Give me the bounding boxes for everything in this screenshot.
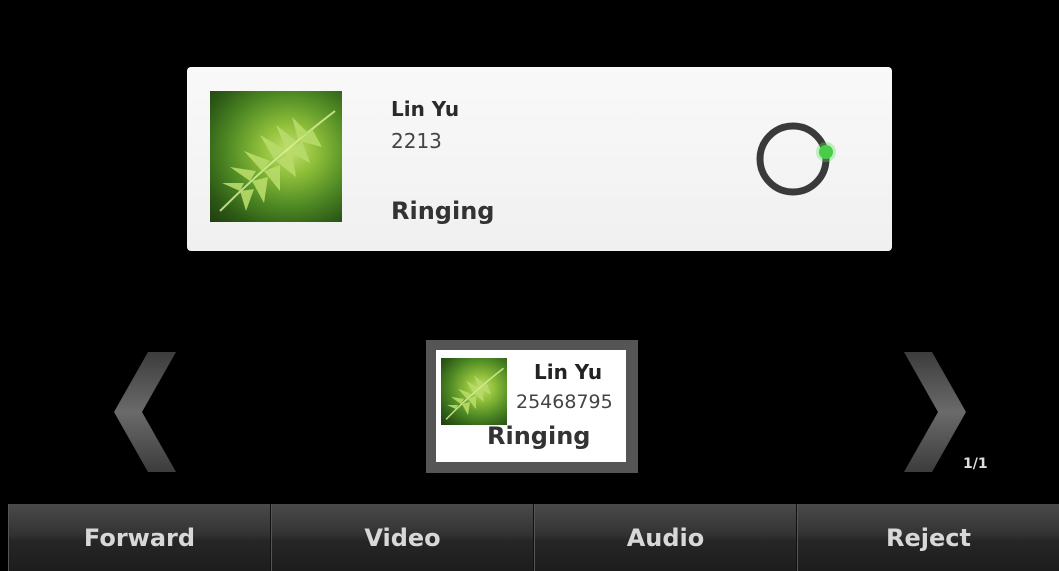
call-thumbnail[interactable]: Lin Yu 25468795 Ringing bbox=[426, 340, 638, 473]
call-thumbnail-body: Lin Yu 25468795 Ringing bbox=[436, 350, 626, 462]
forward-button[interactable]: Forward bbox=[8, 504, 271, 571]
thumbnail-contact-photo bbox=[441, 358, 507, 425]
softkey-bar: Forward Video Audio Reject bbox=[8, 504, 1059, 571]
caller-name: Lin Yu bbox=[391, 97, 460, 121]
reject-button[interactable]: Reject bbox=[797, 504, 1059, 571]
page-indicator: 1/1 bbox=[963, 456, 988, 472]
caller-number: 2213 bbox=[391, 129, 442, 153]
thumbnail-call-status: Ringing bbox=[487, 422, 591, 450]
contact-photo bbox=[210, 91, 342, 222]
chevron-left-icon[interactable] bbox=[112, 352, 184, 472]
audio-button[interactable]: Audio bbox=[534, 504, 797, 571]
video-button[interactable]: Video bbox=[271, 504, 534, 571]
incoming-call-screen: Lin Yu 2213 Ringing Lin Yu 25468795 Ring… bbox=[0, 0, 1059, 571]
ringing-spinner-icon bbox=[755, 118, 837, 200]
thumbnail-caller-number: 25468795 bbox=[516, 391, 613, 413]
thumbnail-caller-name: Lin Yu bbox=[534, 360, 603, 384]
call-status: Ringing bbox=[391, 197, 495, 225]
active-call-card[interactable]: Lin Yu 2213 Ringing bbox=[187, 67, 892, 251]
chevron-right-icon[interactable] bbox=[896, 352, 968, 472]
